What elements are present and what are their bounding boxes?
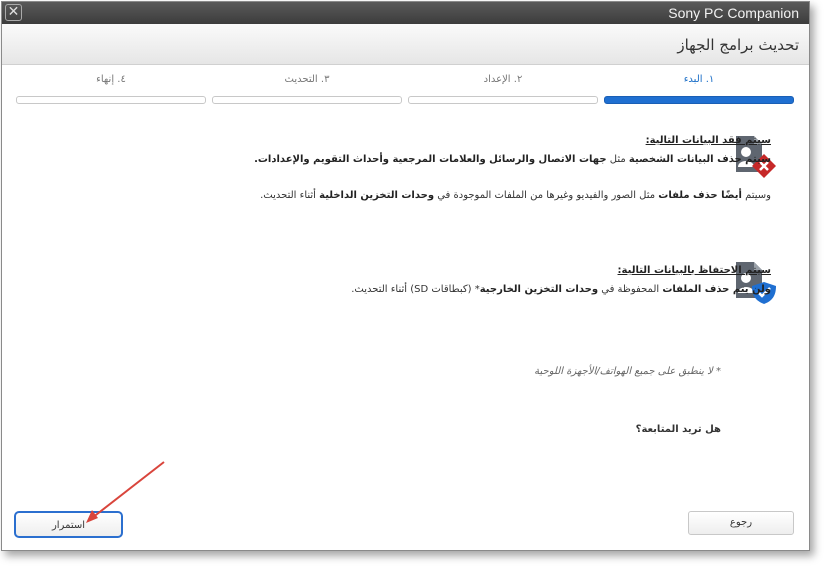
step-label: ١. البدء (683, 74, 715, 85)
footnote: * لا ينطبق على جميع الهواتف/الأجهزة اللو… (534, 366, 721, 377)
loss-line-1: سيتم حذف البيانات الشخصية مثل جهات الاتص… (254, 154, 771, 165)
text: المحفوظة في (598, 284, 663, 295)
app-title: Sony PC Companion (668, 5, 799, 21)
text-bold: ولن يتم حذف الملفات (662, 284, 771, 295)
step-progress: ١. البدء ٢. الإعداد ٣. التحديث ٤. إنهاء (12, 74, 794, 106)
text-bold: وحدات التخزين الخارجية (479, 284, 599, 295)
app-window: ✕ Sony PC Companion تحديث برامج الجهاز ١… (1, 1, 810, 551)
text-bold: جهات الاتصال والرسائل والعلامات المرجعية… (254, 154, 607, 165)
step-bar (604, 96, 794, 104)
step-update: ٣. التحديث (212, 74, 402, 106)
text: أثناء التحديث. (260, 190, 320, 201)
step-label: ٣. التحديث (284, 74, 330, 85)
step-setup: ٢. الإعداد (408, 74, 598, 106)
text: وسيتم (741, 190, 771, 201)
step-finish: ٤. إنهاء (16, 74, 206, 106)
continue-question: هل تريد المتابعة؟ (635, 424, 721, 435)
title-bar: ✕ Sony PC Companion (2, 2, 809, 24)
text: مثل (606, 154, 629, 165)
header: تحديث برامج الجهاز (2, 24, 809, 65)
step-bar (408, 96, 598, 104)
step-label: ٤. إنهاء (96, 74, 126, 85)
step-label: ٢. الإعداد (483, 74, 523, 85)
page-title: تحديث برامج الجهاز (677, 36, 799, 54)
text-bold: وحدات التخزين الداخلية (319, 190, 435, 201)
text-bold: أيضًا حذف ملفات (658, 190, 742, 201)
keep-line-1: ولن يتم حذف الملفات المحفوظة في وحدات ال… (351, 284, 771, 295)
text-bold: سيتم حذف البيانات الشخصية (628, 154, 771, 165)
data-loss-section: سيتم فقد البيانات التالية: سيتم حذف البي… (254, 135, 771, 201)
data-keep-section: سيتم الاحتفاظ بالبيانات التالية: ولن يتم… (351, 265, 771, 295)
section-title: سيتم الاحتفاظ بالبيانات التالية: (617, 265, 771, 276)
section-title: سيتم فقد البيانات التالية: (645, 135, 771, 146)
back-button[interactable]: رجوع (688, 511, 794, 535)
step-bar (16, 96, 206, 104)
continue-button[interactable]: استمرار (14, 511, 123, 538)
text: * (كبطاقات SD) أثناء التحديث. (351, 284, 480, 295)
step-start: ١. البدء (604, 74, 794, 106)
loss-line-2: وسيتم أيضًا حذف ملفات مثل الصور والفيديو… (254, 190, 771, 201)
text: مثل الصور والفيديو وغيرها من الملفات الم… (434, 190, 659, 201)
close-icon[interactable]: ✕ (5, 4, 22, 21)
step-bar (212, 96, 402, 104)
